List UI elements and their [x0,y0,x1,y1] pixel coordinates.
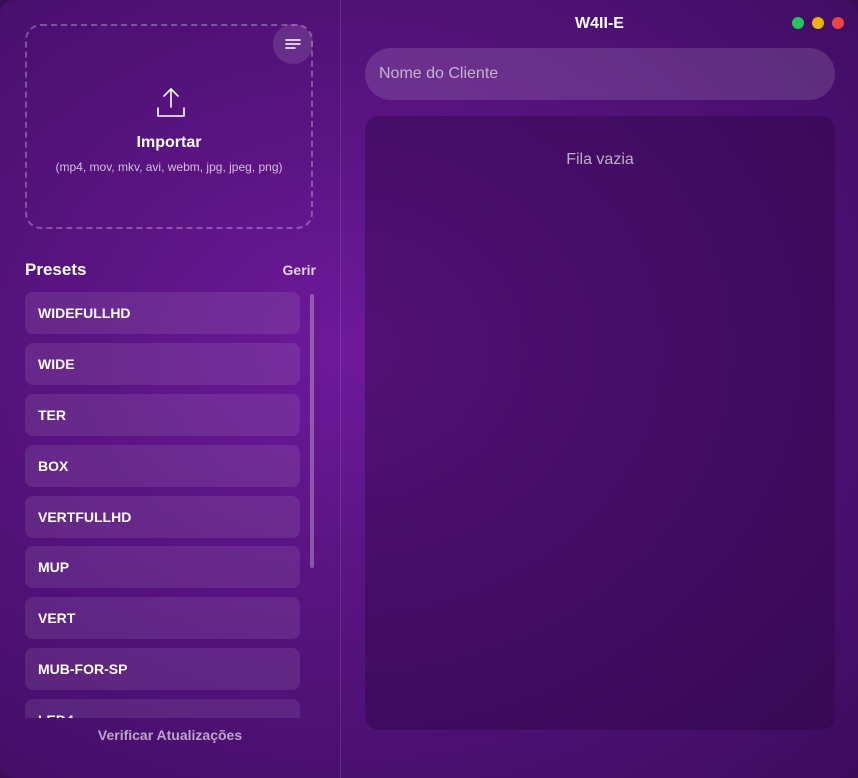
preset-item[interactable]: BOX [25,444,300,487]
sidebar: Importar (mp4, mov, mkv, avi, webm, jpg,… [0,0,341,778]
check-updates-link[interactable]: Verificar Atualizações [0,727,340,743]
preset-list: WIDEFULLHD WIDE TER BOX VERTFULLHD MUP V… [25,292,300,718]
preset-list-scrollbar[interactable] [310,294,314,568]
client-name-input[interactable] [365,48,835,100]
preset-item[interactable]: LED4 [25,699,300,718]
presets-heading: Presets [25,260,87,279]
preset-item[interactable]: WIDEFULLHD [25,292,300,334]
maximize-button[interactable] [812,17,824,29]
import-formats: (mp4, mov, mkv, avi, webm, jpg, jpeg, pn… [55,160,283,174]
preset-item[interactable]: MUB-FOR-SP [25,648,300,691]
import-title: Importar [136,134,202,151]
preset-item[interactable]: TER [25,393,300,436]
minimize-button[interactable] [792,17,804,29]
window-controls [792,17,844,29]
preset-item[interactable]: VERTFULLHD [25,495,300,538]
close-button[interactable] [832,17,844,29]
import-dropzone[interactable]: Importar (mp4, mov, mkv, avi, webm, jpg,… [25,24,313,229]
preset-item[interactable]: WIDE [25,342,300,385]
preset-item[interactable]: MUP [25,546,300,589]
app-title: W4II-E [575,15,624,32]
upload-icon [157,88,185,117]
queue-panel: Fila vazia [365,116,835,730]
app-window: Importar (mp4, mov, mkv, avi, webm, jpg,… [0,0,858,778]
manage-presets-link[interactable]: Gerir [283,262,316,278]
preset-item[interactable]: VERT [25,597,300,640]
menu-lines-icon [285,39,301,49]
queue-empty-text: Fila vazia [566,151,634,168]
menu-button[interactable] [273,24,313,64]
